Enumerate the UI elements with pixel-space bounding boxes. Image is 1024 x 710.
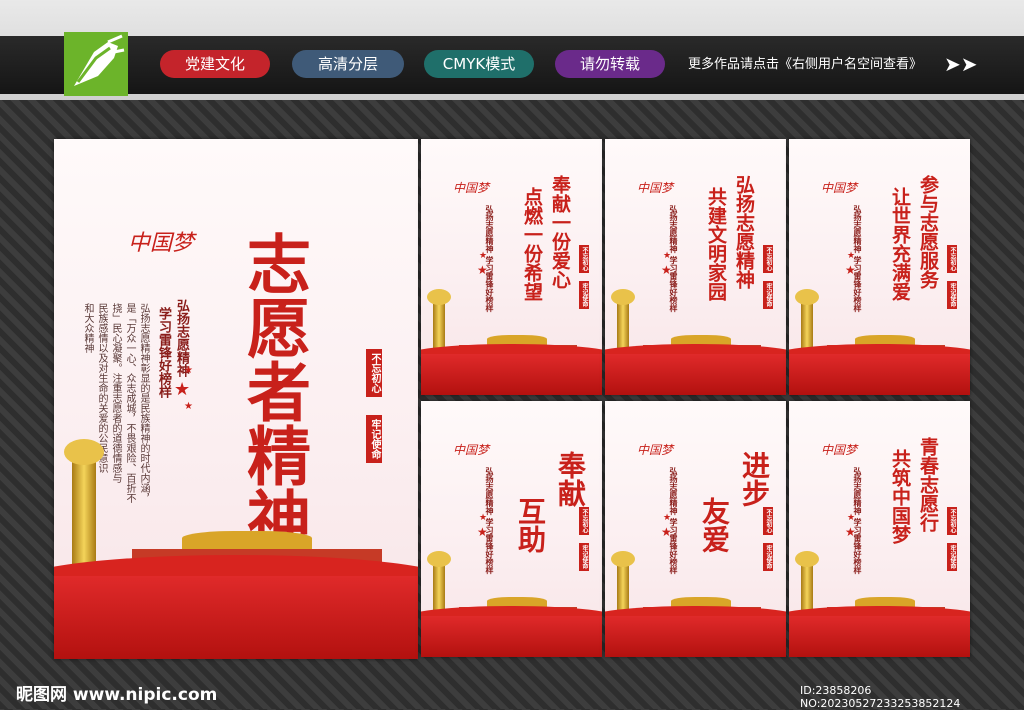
poster-title-line2: 友爱 xyxy=(698,497,731,553)
main-poster: 中国梦 志愿者精神 弘扬志愿精神 学习雷锋好榜样 弘扬志愿精神彰显的是民族精神的… xyxy=(54,139,418,659)
red-wave xyxy=(421,354,602,395)
tag-party-culture[interactable]: 党建文化 xyxy=(160,50,270,78)
tag-cmyk[interactable]: CMYK模式 xyxy=(424,50,534,78)
badge-initial-heart: 不忘初心 xyxy=(579,507,589,535)
pen-logo-icon xyxy=(64,32,128,96)
poster-title-line1: 奉献 xyxy=(554,451,587,507)
small-poster: 中国梦 奉献一份爱心 点燃一份希望 弘扬志愿精神 学习雷锋好榜样 ★ ★ 不忘初… xyxy=(421,139,602,395)
poster-title-line2: 让世界充满爱 xyxy=(889,187,911,301)
star-icon: ★ xyxy=(479,251,488,261)
poster-title-line1: 弘扬志愿精神 xyxy=(733,175,755,289)
star-icon: ★ xyxy=(663,251,672,261)
huabiao-cap xyxy=(611,289,635,305)
star-icon: ★ xyxy=(845,525,856,539)
star-icon: ★ xyxy=(845,263,856,277)
star-icon: ★ xyxy=(661,263,672,277)
badge-initial-heart: 不忘初心 xyxy=(947,507,957,535)
red-wave xyxy=(789,616,970,657)
red-wave xyxy=(54,575,418,659)
star-icon: ★ xyxy=(663,513,672,523)
poster-body-5: 和大众精神 xyxy=(82,303,93,353)
huabiao-cap xyxy=(427,289,451,305)
poster-title-line2: 点燃一份希望 xyxy=(521,187,543,301)
double-chevron-right-icon[interactable]: ➤➤ xyxy=(944,54,978,74)
small-poster: 中国梦 参与志愿服务 让世界充满爱 弘扬志愿精神 学习雷锋好榜样 ★ ★ 不忘初… xyxy=(789,139,970,395)
poster-mark-logo: 中国梦 xyxy=(453,443,490,457)
site-watermark: 昵图网 www.nipic.com xyxy=(16,685,218,705)
red-wave xyxy=(605,354,786,395)
poster-mark-logo: 中国梦 xyxy=(128,231,195,256)
header-note[interactable]: 更多作品请点击《右侧用户名空间查看》 xyxy=(688,53,922,72)
poster-mark-logo: 中国梦 xyxy=(453,181,490,195)
star-icon: ★ xyxy=(184,365,193,376)
poster-mark-logo: 中国梦 xyxy=(637,181,674,195)
poster-body-1: 弘扬志愿精神彰显的是民族精神的时代内涵， xyxy=(138,303,149,503)
star-icon: ★ xyxy=(479,513,488,523)
huabiao-cap xyxy=(64,439,104,465)
poster-subtitle-2: 学习雷锋好榜样 xyxy=(156,307,171,398)
badge-mission: 牢记使命 xyxy=(579,543,589,571)
badge-initial-heart: 不忘初心 xyxy=(947,245,957,273)
small-poster: 中国梦 青春志愿行 共筑中国梦 弘扬志愿精神 学习雷锋好榜样 ★ ★ 不忘初心 … xyxy=(789,401,970,657)
poster-mark-logo: 中国梦 xyxy=(637,443,674,457)
poster-title-line2: 互助 xyxy=(514,497,547,553)
small-poster: 中国梦 进步 友爱 弘扬志愿精神 学习雷锋好榜样 ★ ★ 不忘初心 牢记使命 xyxy=(605,401,786,657)
red-wave xyxy=(789,354,970,395)
badge-mission: 牢记使命 xyxy=(947,281,957,309)
star-icon: ★ xyxy=(184,401,193,412)
poster-mark-logo: 中国梦 xyxy=(821,181,858,195)
image-id: ID:23858206 NO:20230527233253852124 xyxy=(800,684,961,710)
star-icon: ★ xyxy=(661,525,672,539)
poster-title-line1: 奉献一份爱心 xyxy=(549,175,571,289)
small-poster: 中国梦 奉献 互助 弘扬志愿精神 学习雷锋好榜样 ★ ★ 不忘初心 牢记使命 xyxy=(421,401,602,657)
star-icon: ★ xyxy=(477,263,488,277)
badge-mission: 牢记使命 xyxy=(763,281,773,309)
badge-mission: 牢记使命 xyxy=(366,415,382,463)
poster-title-line1: 参与志愿服务 xyxy=(917,175,939,289)
badge-mission: 牢记使命 xyxy=(579,281,589,309)
poster-title-line1: 进步 xyxy=(738,451,771,507)
huabiao-cap xyxy=(795,289,819,305)
huabiao-cap xyxy=(795,551,819,567)
poster-title-line1: 青春志愿行 xyxy=(917,437,939,532)
star-icon: ★ xyxy=(847,251,856,261)
red-wave xyxy=(605,616,786,657)
huabiao-cap xyxy=(611,551,635,567)
tag-no-repost[interactable]: 请勿转载 xyxy=(555,50,665,78)
star-icon: ★ xyxy=(477,525,488,539)
tiananmen-roof xyxy=(182,531,312,549)
badge-mission: 牢记使命 xyxy=(763,543,773,571)
poster-body-3: 挠」民心凝聚。注重志愿者的道德情感与 xyxy=(110,303,121,483)
small-poster: 中国梦 弘扬志愿精神 共建文明家园 弘扬志愿精神 学习雷锋好榜样 ★ ★ 不忘初… xyxy=(605,139,786,395)
badge-initial-heart: 不忘初心 xyxy=(763,245,773,273)
badge-initial-heart: 不忘初心 xyxy=(763,507,773,535)
poster-body-2: 是「万众一心、众志成城，不畏艰险、百折不 xyxy=(124,303,135,503)
poster-title-line2: 共建文明家园 xyxy=(705,187,727,301)
poster-title-line2: 共筑中国梦 xyxy=(889,449,911,544)
tag-hd-layers[interactable]: 高清分层 xyxy=(292,50,404,78)
badge-initial-heart: 不忘初心 xyxy=(579,245,589,273)
poster-title: 志愿者精神 xyxy=(236,231,311,551)
huabiao-cap xyxy=(427,551,451,567)
poster-mark-logo: 中国梦 xyxy=(821,443,858,457)
red-wave xyxy=(421,616,602,657)
star-icon: ★ xyxy=(174,379,191,400)
star-icon: ★ xyxy=(847,513,856,523)
badge-initial-heart: 不忘初心 xyxy=(366,349,382,397)
badge-mission: 牢记使命 xyxy=(947,543,957,571)
